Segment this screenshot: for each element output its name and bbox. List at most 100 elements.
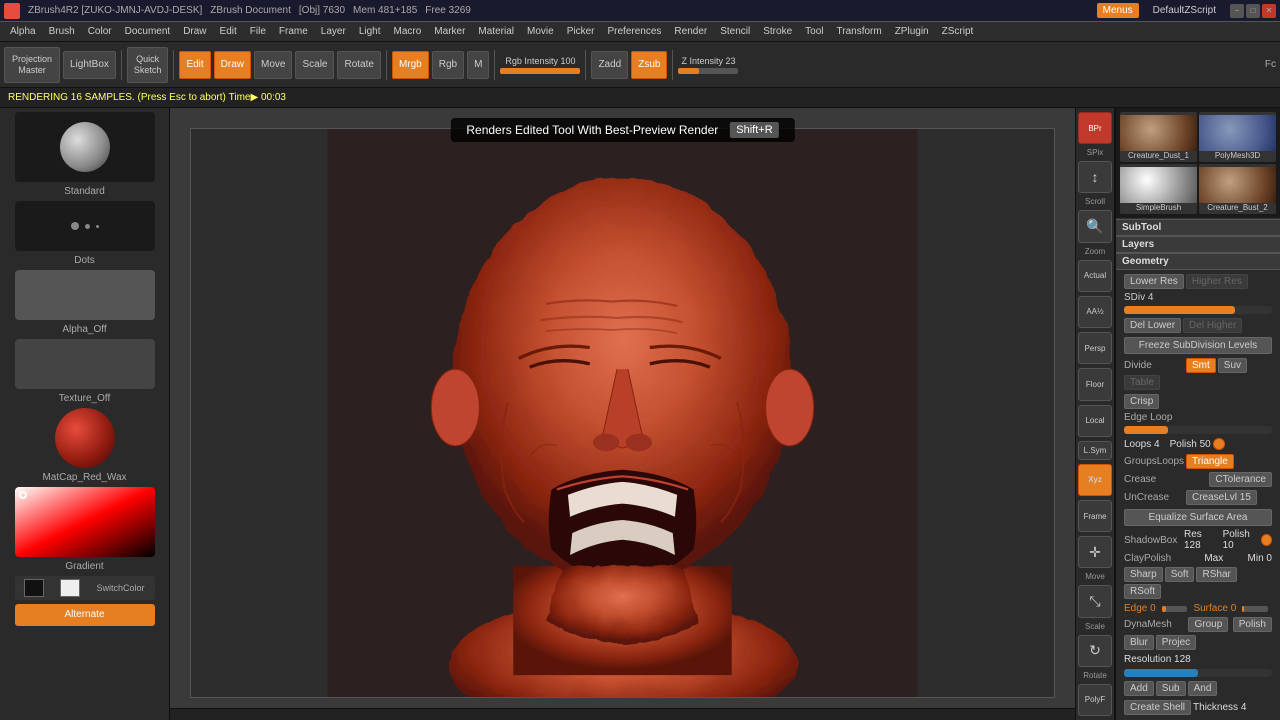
- material-ball[interactable]: [55, 408, 115, 468]
- projection-master-button[interactable]: ProjectionMaster: [4, 47, 60, 83]
- subtool-header[interactable]: SubTool: [1116, 219, 1280, 236]
- sharp-button[interactable]: Sharp: [1124, 567, 1163, 582]
- rotate-icon-button[interactable]: ↻: [1078, 635, 1112, 667]
- ctolerance-button[interactable]: CTolerance: [1209, 472, 1272, 487]
- menu-item-zscript[interactable]: ZScript: [936, 24, 980, 39]
- xyz-button[interactable]: Xyz: [1078, 464, 1112, 496]
- canvas-inner[interactable]: [190, 128, 1055, 698]
- add-button[interactable]: Add: [1124, 681, 1154, 696]
- persp-button[interactable]: Persp: [1078, 332, 1112, 364]
- scale-button[interactable]: Scale: [295, 51, 334, 79]
- edge-loop-slider[interactable]: [1124, 426, 1272, 434]
- default-script-menu[interactable]: DefaultZScript: [1147, 3, 1222, 18]
- menu-item-document[interactable]: Document: [119, 24, 177, 39]
- menu-item-picker[interactable]: Picker: [561, 24, 601, 39]
- menu-item-movie[interactable]: Movie: [521, 24, 560, 39]
- smt-button[interactable]: Smt: [1186, 358, 1216, 373]
- aahalf-button[interactable]: AA½: [1078, 296, 1112, 328]
- thumb-simple-brush[interactable]: SimpleBrush: [1120, 164, 1197, 214]
- and-button[interactable]: And: [1188, 681, 1218, 696]
- polish-10-circle[interactable]: [1261, 534, 1272, 546]
- edge-loop-slider-row[interactable]: [1120, 424, 1276, 436]
- resolution-slider-row[interactable]: [1120, 667, 1276, 679]
- zadd-button[interactable]: Zadd: [591, 51, 628, 79]
- polish-group-button[interactable]: Polish: [1233, 617, 1272, 632]
- thumb-creature-bust-2[interactable]: Creature_Bust_2: [1199, 164, 1276, 214]
- local-button[interactable]: Local: [1078, 405, 1112, 437]
- blur-button[interactable]: Blur: [1124, 635, 1154, 650]
- surface-slider[interactable]: [1242, 606, 1268, 612]
- menu-item-draw[interactable]: Draw: [177, 24, 212, 39]
- equalize-button[interactable]: Equalize Surface Area: [1124, 509, 1272, 526]
- lower-res-button[interactable]: Lower Res: [1124, 274, 1184, 289]
- polyf-button[interactable]: PolyF: [1078, 684, 1112, 716]
- zoom-button[interactable]: 🔍: [1078, 210, 1112, 242]
- menu-item-layer[interactable]: Layer: [315, 24, 352, 39]
- thumb-creature-dust-1[interactable]: Creature_Dust_1: [1120, 112, 1197, 162]
- menu-item-preferences[interactable]: Preferences: [601, 24, 667, 39]
- menu-item-material[interactable]: Material: [472, 24, 520, 39]
- menu-item-frame[interactable]: Frame: [273, 24, 314, 39]
- canvas-scrollbar[interactable]: [170, 708, 1075, 720]
- soft-button[interactable]: Soft: [1165, 567, 1195, 582]
- menu-item-stroke[interactable]: Stroke: [757, 24, 798, 39]
- table-button[interactable]: Table: [1124, 375, 1160, 390]
- menu-item-edit[interactable]: Edit: [214, 24, 243, 39]
- rshar-button[interactable]: RShar: [1196, 567, 1236, 582]
- menu-item-alpha[interactable]: Alpha: [4, 24, 42, 39]
- texture-preview[interactable]: [15, 339, 155, 389]
- zsub-button[interactable]: Zsub: [631, 51, 667, 79]
- menu-item-macro[interactable]: Macro: [388, 24, 428, 39]
- primary-color-swatch[interactable]: [24, 579, 44, 597]
- scale-icon-button[interactable]: ⤡: [1078, 585, 1112, 617]
- freeze-subdivision-button[interactable]: Freeze SubDivision Levels: [1124, 337, 1272, 354]
- maximize-button[interactable]: □: [1246, 4, 1260, 18]
- edge-slider[interactable]: [1162, 606, 1188, 612]
- rsoft-button[interactable]: RSoft: [1124, 584, 1161, 599]
- del-higher-button[interactable]: Del Higher: [1183, 318, 1242, 333]
- menu-item-tool[interactable]: Tool: [799, 24, 829, 39]
- rgb-button[interactable]: Rgb: [432, 51, 464, 79]
- menus-menu[interactable]: Menus: [1097, 3, 1139, 18]
- menu-item-marker[interactable]: Marker: [428, 24, 471, 39]
- menu-item-zplugin[interactable]: ZPlugin: [889, 24, 935, 39]
- menu-item-stencil[interactable]: Stencil: [714, 24, 756, 39]
- quick-sketch-button[interactable]: QuickSketch: [127, 47, 169, 83]
- rotate-button[interactable]: Rotate: [337, 51, 380, 79]
- group-button[interactable]: Group: [1188, 617, 1228, 632]
- sub-button[interactable]: Sub: [1156, 681, 1186, 696]
- alpha-preview[interactable]: [15, 270, 155, 320]
- triangle-button[interactable]: Triangle: [1186, 454, 1234, 469]
- menu-item-file[interactable]: File: [244, 24, 272, 39]
- higher-res-button[interactable]: Higher Res: [1186, 274, 1248, 289]
- move-button[interactable]: Move: [254, 51, 292, 79]
- lightbox-button[interactable]: LightBox: [63, 51, 116, 79]
- secondary-color-swatch[interactable]: [60, 579, 80, 597]
- color-picker[interactable]: [15, 487, 155, 557]
- project-button[interactable]: Projec: [1156, 635, 1196, 650]
- menu-item-transform[interactable]: Transform: [831, 24, 888, 39]
- sdiv-slider[interactable]: [1124, 306, 1272, 314]
- bpr-button[interactable]: BPr: [1078, 112, 1112, 144]
- crisp-button[interactable]: Crisp: [1124, 394, 1159, 409]
- rgb-intensity-slider[interactable]: [500, 68, 580, 74]
- create-shell-button[interactable]: Create Shell: [1124, 700, 1191, 715]
- polish-50-circle[interactable]: [1213, 438, 1225, 450]
- menu-item-light[interactable]: Light: [353, 24, 387, 39]
- creaselvl-button[interactable]: CreaseLvl 15: [1186, 490, 1257, 505]
- draw-button[interactable]: Draw: [214, 51, 251, 79]
- move-icon-button[interactable]: ✛: [1078, 536, 1112, 568]
- menu-item-brush[interactable]: Brush: [43, 24, 81, 39]
- layers-header[interactable]: Layers: [1116, 236, 1280, 253]
- brush-preview[interactable]: [15, 112, 155, 182]
- thumb-polymesh3d[interactable]: PolyMesh3D: [1199, 112, 1276, 162]
- frame-button[interactable]: Frame: [1078, 500, 1112, 532]
- del-lower-button[interactable]: Del Lower: [1124, 318, 1181, 333]
- mrgb-button[interactable]: Mrgb: [392, 51, 429, 79]
- menu-item-render[interactable]: Render: [668, 24, 713, 39]
- resolution-slider[interactable]: [1124, 669, 1272, 677]
- edit-button[interactable]: Edit: [179, 51, 210, 79]
- actual-button[interactable]: Actual: [1078, 260, 1112, 292]
- canvas[interactable]: Renders Edited Tool With Best-Preview Re…: [170, 108, 1075, 708]
- sdiv-slider-row[interactable]: [1120, 304, 1276, 316]
